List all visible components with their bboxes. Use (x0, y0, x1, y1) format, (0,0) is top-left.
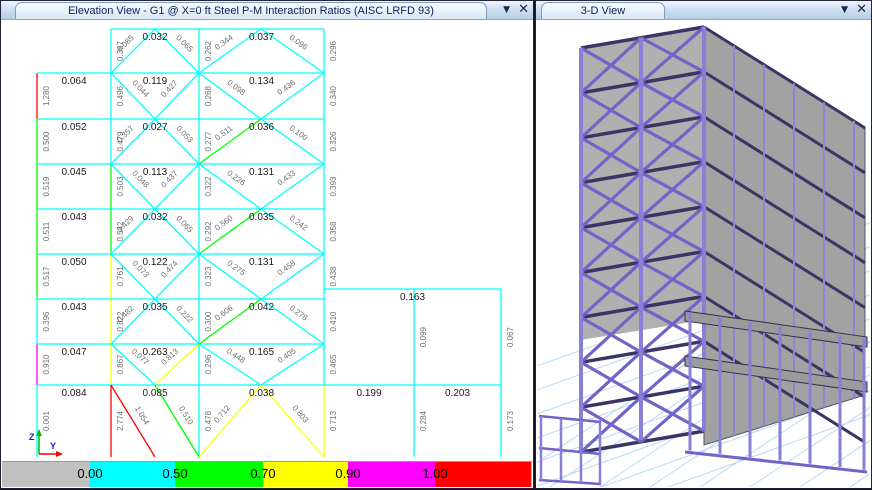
elevation-viewport[interactable]: 1.2800.5000.5190.5110.5170.3960.9100.001… (2, 20, 532, 487)
column-ratio-label: 0.099 (419, 326, 428, 347)
beam-ratio-label: 0.038 (249, 388, 274, 399)
column-ratio-label: 2.774 (116, 410, 125, 431)
3d-model-drawing[interactable] (537, 20, 870, 487)
legend-label-090: 0.90 (330, 466, 366, 481)
window-menu-icon[interactable]: ▼ (841, 1, 848, 19)
beam-ratio-label: 0.165 (249, 347, 274, 358)
column-ratio-label: 0.519 (42, 176, 51, 197)
brace-ratio-label: 1.054 (133, 405, 151, 427)
brace-ratio-label: 0.510 (177, 405, 195, 427)
beam-ratio-label: 0.199 (356, 388, 381, 399)
column-ratio-label: 0.292 (204, 221, 213, 242)
column-ratio-label: 0.511 (42, 221, 51, 241)
beam-ratio-label: 0.047 (61, 347, 86, 358)
column-ratio-label: 0.465 (329, 354, 338, 375)
column-ratio-label: 0.326 (329, 131, 338, 152)
beam-ratio-label: 0.131 (249, 167, 274, 178)
ratio-color-legend: 0.00 0.50 0.70 0.90 1.00 (2, 461, 532, 487)
column-ratio-label: 0.438 (329, 266, 338, 287)
column-ratio-label: 0.410 (329, 311, 338, 332)
column-ratio-label: 0.713 (329, 410, 338, 431)
beam-ratio-label: 0.043 (61, 212, 86, 223)
x-brace-3d (641, 397, 704, 431)
column-ratio-label: 0.173 (506, 410, 515, 431)
legend-label-050: 0.50 (157, 466, 193, 481)
column-ratio-label: 0.300 (204, 311, 213, 332)
beam-ratio-label: 0.122 (142, 257, 167, 268)
column-ratio-label: 0.496 (116, 85, 125, 106)
beam-ratio-label: 0.035 (249, 212, 274, 223)
column-ratio-label: 0.910 (42, 354, 51, 375)
column-ratio-label: 0.500 (42, 131, 51, 152)
beam-ratio-label: 0.131 (249, 257, 274, 268)
column-ratio-label: 0.296 (204, 354, 213, 375)
3d-titlebar[interactable]: 3-D View ▼ ✕ (536, 1, 871, 20)
beam-ratio-label: 0.064 (61, 76, 86, 87)
brace-ratio-label: 0.405 (276, 346, 298, 365)
column-ratio-label: 0.296 (329, 40, 338, 61)
beam-ratio-label: 0.203 (445, 388, 470, 399)
column-ratio-label: 0.503 (116, 176, 125, 197)
column-ratio-label: 0.478 (204, 410, 213, 431)
column-ratio-label: 0.284 (419, 410, 428, 431)
beam-ratio-label: 0.037 (249, 32, 274, 43)
legend-label-070: 0.70 (245, 466, 281, 481)
column-ratio-label: 0.396 (42, 311, 51, 332)
elevation-title-tab[interactable]: Elevation View - G1 @ X=0 ft Steel P-M I… (15, 2, 487, 19)
beam-ratio-label: 0.085 (142, 388, 167, 399)
beam-ratio-label: 0.119 (143, 76, 168, 87)
window-menu-icon[interactable]: ▼ (503, 1, 510, 19)
3d-viewport[interactable] (537, 20, 870, 487)
beam-ratio-label: 0.113 (143, 167, 168, 178)
x-brace-3d (581, 407, 641, 442)
elevation-window: Elevation View - G1 @ X=0 ft Steel P-M I… (0, 0, 534, 489)
column-ratio-label: 0.323 (204, 266, 213, 287)
brace-ratio-label: 0.448 (225, 346, 247, 365)
beam-ratio-label: 0.036 (249, 122, 274, 133)
axis-y-label: Y (50, 441, 56, 451)
beam-ratio-label: 0.163 (400, 292, 425, 303)
3d-window-title: 3-D View (581, 5, 625, 17)
column-ratio-label: 0.268 (204, 85, 213, 106)
axis-triad: ZY (29, 429, 63, 457)
column-ratio-label: 0.262 (204, 40, 213, 61)
beam-ratio-label: 0.084 (61, 388, 86, 399)
beam-ratio-label: 0.050 (61, 257, 86, 268)
beam-ratio-label: 0.134 (249, 76, 274, 87)
column-ratio-label: 0.322 (204, 176, 213, 197)
beam-ratio-label: 0.045 (61, 167, 86, 178)
3d-window: 3-D View ▼ ✕ (535, 0, 872, 489)
annex-beam-3d (539, 416, 601, 422)
column-ratio-label: 0.517 (42, 266, 51, 287)
column-ratio-label: 0.358 (329, 221, 338, 242)
column-ratio-label: 1.280 (42, 85, 51, 106)
elevation-window-title: Elevation View - G1 @ X=0 ft Steel P-M I… (68, 5, 434, 17)
brace-ratio-label: 0.511 (213, 123, 234, 142)
legend-label-100: 1.00 (417, 466, 453, 481)
beam-ratio-label: 0.035 (142, 302, 167, 313)
axis-z-label: Z (29, 432, 35, 442)
column-ratio-label: 0.067 (506, 326, 515, 347)
column-ratio-label: 0.340 (329, 85, 338, 106)
beam-ratio-label: 0.043 (61, 302, 86, 313)
beam-ratio-label: 0.042 (249, 302, 274, 313)
beam-ratio-label: 0.052 (61, 122, 86, 133)
legend-label-000: 0.00 (72, 466, 108, 481)
column-ratio-label: 0.001 (42, 410, 51, 431)
elevation-titlebar[interactable]: Elevation View - G1 @ X=0 ft Steel P-M I… (1, 1, 533, 20)
beam-ratio-label: 0.032 (142, 212, 167, 223)
close-icon[interactable]: ✕ (518, 1, 529, 19)
beam-ratio-label: 0.027 (142, 122, 167, 133)
close-icon[interactable]: ✕ (856, 1, 867, 19)
column-ratio-label: 0.393 (329, 176, 338, 197)
column-ratio-label: 0.867 (116, 354, 125, 375)
column-ratio-label: 0.277 (204, 131, 213, 152)
beam-ratio-label: 0.032 (142, 32, 167, 43)
column-ratio-label: 0.761 (116, 266, 125, 287)
elevation-drawing[interactable]: 1.280 0.500 0.519 0.511 0.517 0.396 0.910 0.001… (2, 20, 532, 465)
3d-title-tab[interactable]: 3-D View (541, 2, 665, 19)
